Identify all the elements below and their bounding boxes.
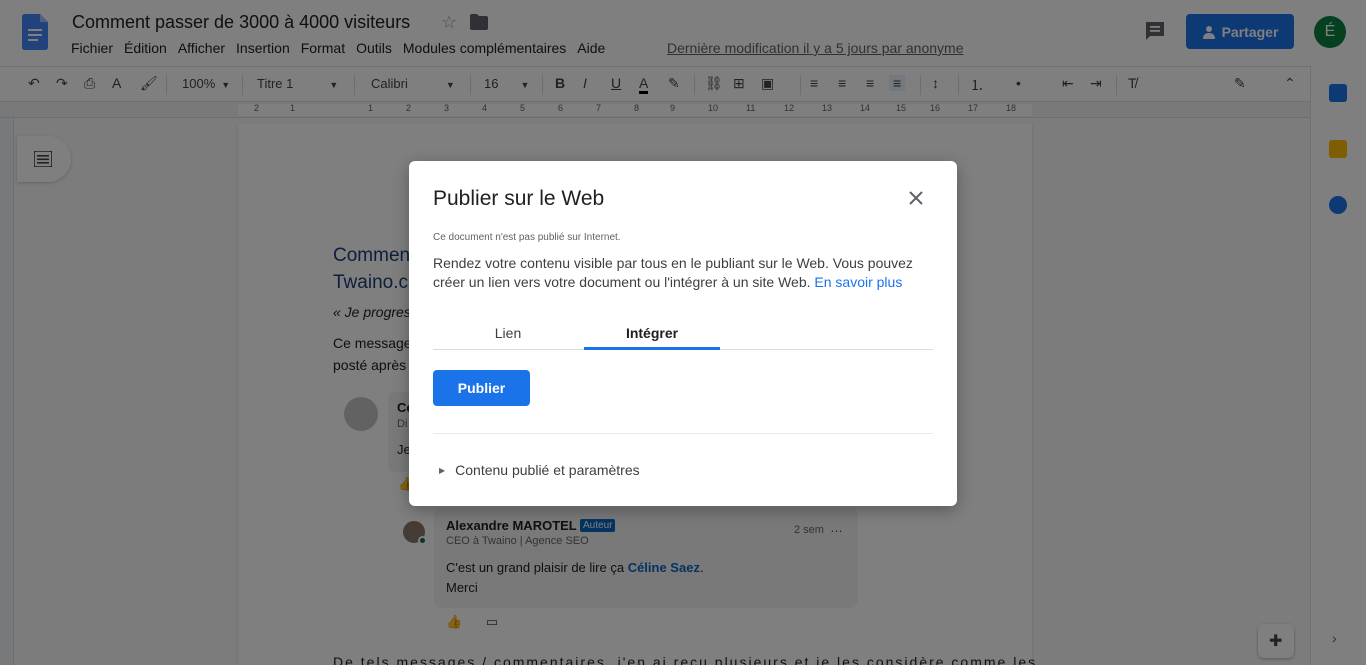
tab-lien[interactable]: Lien [433, 325, 583, 351]
dialog-divider [433, 433, 933, 434]
caret-right-icon: ▶ [439, 465, 446, 475]
dialog-title: Publier sur le Web [433, 187, 605, 210]
settings-label: Contenu publié et paramètres [455, 462, 640, 478]
close-icon[interactable] [907, 189, 925, 207]
publish-status: Ce document n'est pas publié sur Interne… [433, 232, 621, 243]
learn-more-link[interactable]: En savoir plus [814, 274, 902, 290]
dialog-description: Rendez votre contenu visible par tous en… [433, 254, 933, 292]
publish-dialog: Publier sur le Web Ce document n'est pas… [409, 161, 957, 506]
published-settings-toggle[interactable]: ▶ Contenu publié et paramètres [439, 462, 640, 478]
active-tab-indicator [584, 347, 720, 350]
publish-button[interactable]: Publier [433, 370, 530, 406]
